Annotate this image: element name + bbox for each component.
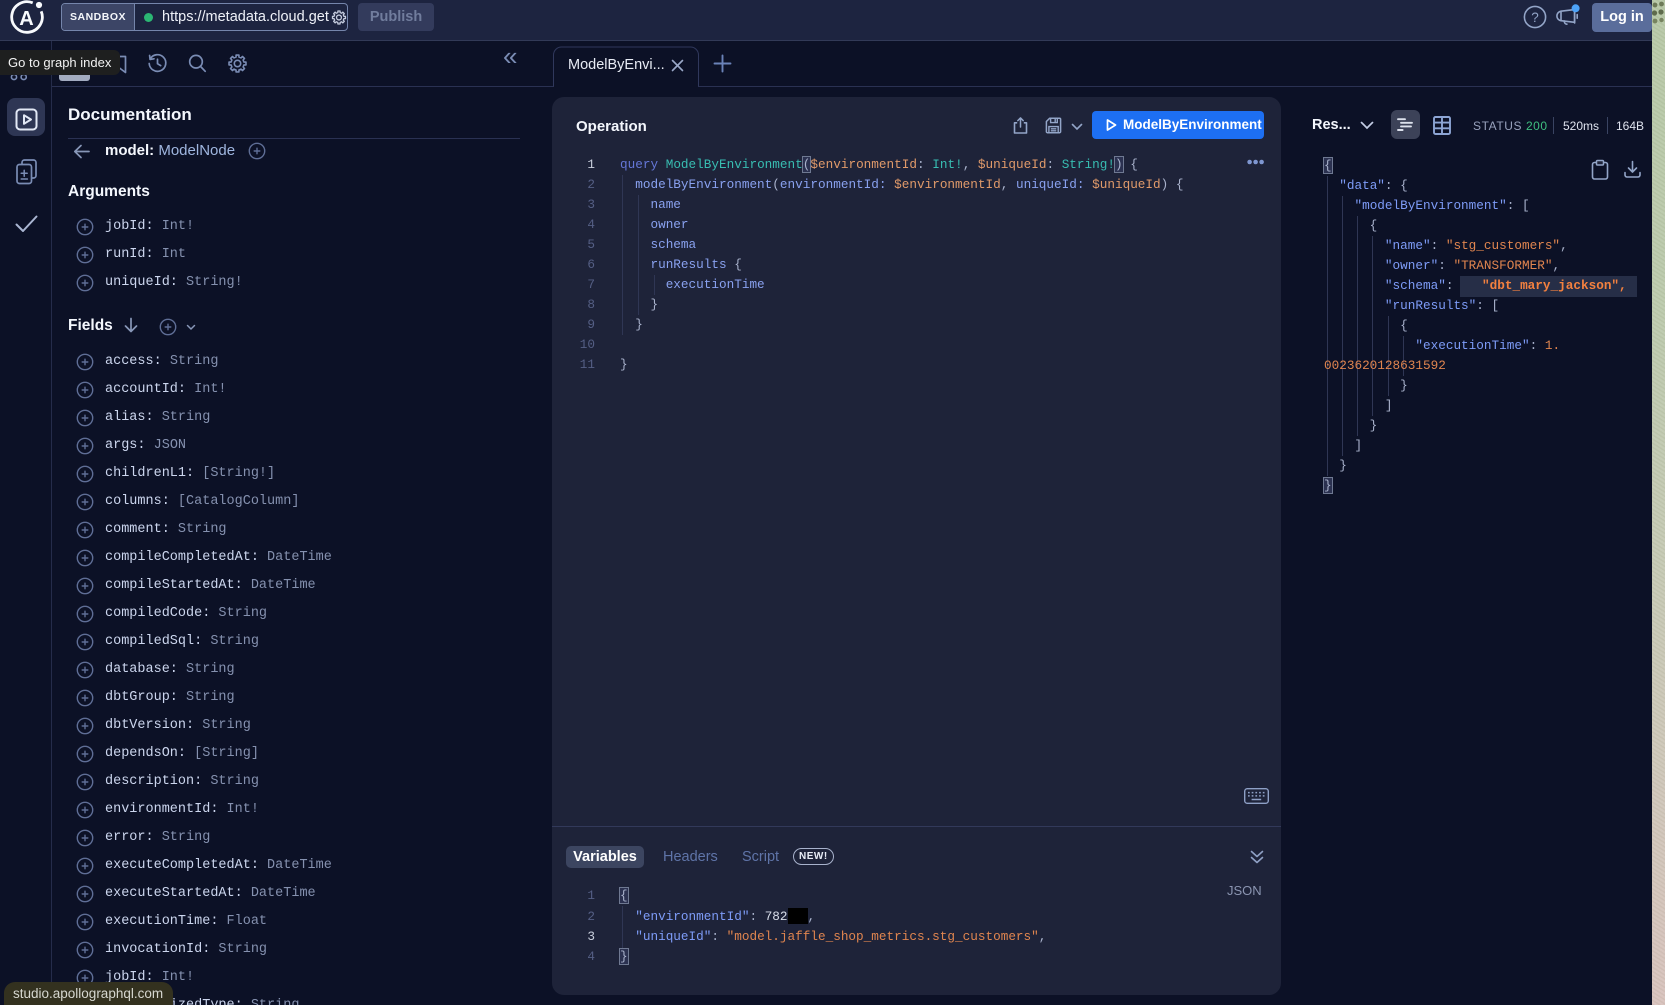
svg-text:A: A xyxy=(19,8,33,30)
svg-text:?: ? xyxy=(1531,10,1539,25)
